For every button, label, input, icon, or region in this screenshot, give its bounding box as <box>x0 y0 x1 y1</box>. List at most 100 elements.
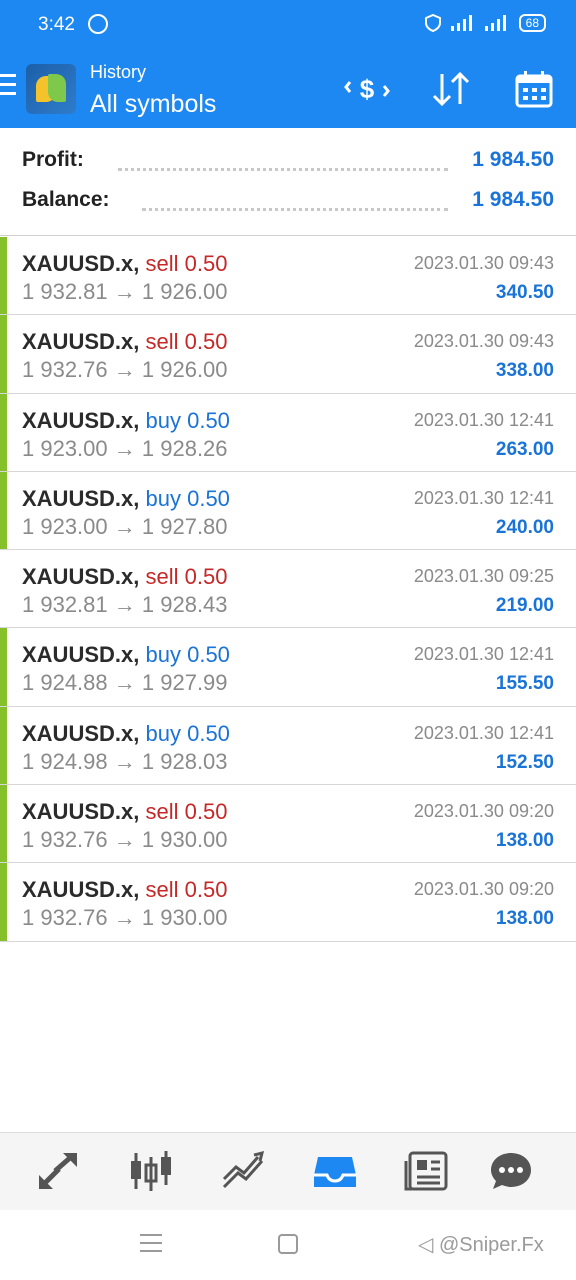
recent-apps-icon[interactable] <box>140 1234 162 1258</box>
deal-symbol-line: XAUUSD.x, sell 0.50 <box>22 877 227 903</box>
signal-icon <box>450 15 472 31</box>
news-icon[interactable] <box>404 1149 450 1193</box>
deal-row[interactable]: XAUUSD.x, buy 0.50 1 924.98 → 1 928.03 202… <box>0 706 576 786</box>
calendar-icon[interactable] <box>514 70 554 108</box>
toolbar-subtitle: History <box>90 62 147 82</box>
deal-symbol-line: XAUUSD.x, buy 0.50 <box>22 486 230 512</box>
highlight-bar <box>0 393 7 471</box>
deal-symbol: XAUUSD.x, <box>22 642 140 668</box>
app-logo <box>26 64 76 114</box>
deal-time: 2023.01.30 12:41 <box>413 487 554 508</box>
arrow-icon: → <box>113 905 136 931</box>
dotted-leader <box>118 168 448 171</box>
highlight-bar <box>0 785 7 863</box>
deal-symbol-line: XAUUSD.x, buy 0.50 <box>22 721 230 747</box>
bottom-navigation <box>0 1132 576 1210</box>
deal-row[interactable]: XAUUSD.x, sell 0.50 1 932.76 → 1 926.00 20… <box>0 315 576 394</box>
balance-value: 1 984.50 <box>472 188 554 211</box>
deal-prices: 1 932.81 → 1 926.00 <box>22 279 228 305</box>
deal-symbol: XAUUSD.x, <box>22 877 140 903</box>
price-close: 1 927.80 <box>141 513 228 539</box>
shield-icon <box>424 14 441 32</box>
price-close: 1 930.00 <box>141 827 228 853</box>
deal-row[interactable]: XAUUSD.x, sell 0.50 1 932.81 → 1 928.43 20… <box>0 550 576 629</box>
deal-time: 2023.01.30 12:41 <box>413 722 554 743</box>
price-close: 1 930.00 <box>141 905 228 931</box>
price-close: 1 927.99 <box>141 670 228 696</box>
app-toolbar: History All symbols $ <box>0 50 576 128</box>
deal-row[interactable]: XAUUSD.x, buy 0.50 1 923.00 → 1 928.26 202… <box>0 393 576 472</box>
deal-prices: 1 924.88 → 1 927.99 <box>22 670 228 696</box>
deal-symbol-line: XAUUSD.x, sell 0.50 <box>22 329 227 355</box>
deal-time: 2023.01.30 09:43 <box>413 253 554 273</box>
deal-row[interactable]: XAUUSD.x, sell 0.50 1 932.81 → 1 926.00 20… <box>0 237 576 316</box>
deal-symbol: XAUUSD.x, <box>22 251 140 276</box>
price-open: 1 932.81 <box>22 592 108 618</box>
deal-side: buy 0.50 <box>145 407 230 433</box>
highlight-bar <box>0 237 7 315</box>
deal-time: 2023.01.30 09:20 <box>413 801 554 822</box>
deal-side: buy 0.50 <box>145 485 230 511</box>
deal-time: 2023.01.30 09:20 <box>413 879 554 900</box>
deal-prices: 1 924.98 → 1 928.03 <box>22 749 228 775</box>
arrow-icon: → <box>113 357 136 383</box>
arrow-icon: → <box>113 748 136 774</box>
arrow-icon: → <box>113 279 136 304</box>
deal-row[interactable]: XAUUSD.x, buy 0.50 1 924.88 → 1 927.99 202… <box>0 628 576 707</box>
deal-prices: 1 932.76 → 1 930.00 <box>22 827 228 853</box>
history-inbox-icon[interactable] <box>312 1149 358 1193</box>
balance-label: Balance: <box>22 188 110 211</box>
price-open: 1 932.76 <box>22 357 108 383</box>
deal-profit: 338.00 <box>495 360 554 382</box>
price-close: 1 926.00 <box>141 357 228 383</box>
deposit-exchange-icon[interactable]: $ <box>344 70 390 108</box>
profit-row: Profit: 1 984.50 <box>22 148 554 178</box>
dotted-leader <box>142 208 448 211</box>
arrow-icon: → <box>113 513 136 539</box>
deal-side: sell 0.50 <box>145 251 228 276</box>
price-open: 1 923.00 <box>22 513 108 539</box>
watermark: ◁ @Sniper.Fx <box>418 1234 544 1256</box>
trade-arrows-icon[interactable] <box>35 1149 81 1193</box>
price-open: 1 932.76 <box>22 827 108 853</box>
chat-icon[interactable] <box>488 1149 534 1193</box>
price-close: 1 928.03 <box>141 748 228 774</box>
deal-row[interactable]: XAUUSD.x, sell 0.50 1 932.76 → 1 930.00 20… <box>0 863 576 942</box>
price-open: 1 932.76 <box>22 905 108 931</box>
history-summary: Profit: 1 984.50 Balance: 1 984.50 <box>0 128 576 236</box>
price-close: 1 928.26 <box>141 435 228 461</box>
highlight-bar <box>0 863 7 941</box>
deal-row[interactable]: XAUUSD.x, buy 0.50 1 923.00 → 1 927.80 202… <box>0 471 576 551</box>
status-bar: 3:42 68 <box>0 0 576 50</box>
highlight-bar <box>0 706 7 785</box>
home-button-icon[interactable] <box>278 1234 298 1254</box>
deal-symbol: XAUUSD.x, <box>22 485 140 511</box>
battery-icon: 68 <box>518 14 546 32</box>
deal-profit: 340.50 <box>495 282 554 303</box>
deal-symbol: XAUUSD.x, <box>22 564 140 590</box>
svg-text:$: $ <box>360 74 375 104</box>
arrow-icon: → <box>113 670 136 696</box>
deal-row[interactable]: XAUUSD.x, sell 0.50 1 932.76 → 1 930.00 20… <box>0 785 576 864</box>
candlestick-icon[interactable] <box>128 1149 174 1193</box>
arrow-icon: → <box>113 827 136 853</box>
system-nav-bar: ◁ @Sniper.Fx <box>0 1210 576 1280</box>
deal-profit: 263.00 <box>495 438 554 460</box>
signal-icon-2 <box>484 15 506 31</box>
deal-symbol-line: XAUUSD.x, buy 0.50 <box>22 408 230 434</box>
deal-symbol-line: XAUUSD.x, sell 0.50 <box>22 564 227 590</box>
deal-prices: 1 932.81 → 1 928.43 <box>22 592 228 618</box>
sort-icon[interactable] <box>430 70 472 108</box>
deal-profit: 155.50 <box>495 673 554 695</box>
menu-icon[interactable] <box>0 74 16 98</box>
status-indicators: 68 <box>424 14 546 32</box>
symbol-selector[interactable]: All symbols <box>90 90 216 119</box>
deal-symbol-line: XAUUSD.x, sell 0.50 <box>22 799 227 825</box>
price-open: 1 924.88 <box>22 670 108 696</box>
deal-side: sell 0.50 <box>145 799 228 825</box>
deal-profit: 152.50 <box>495 751 554 773</box>
status-time: 3:42 <box>38 14 75 35</box>
chart-trend-icon[interactable] <box>220 1149 266 1193</box>
deal-time: 2023.01.30 12:41 <box>413 409 554 430</box>
deal-symbol-line: XAUUSD.x, buy 0.50 <box>22 642 230 668</box>
